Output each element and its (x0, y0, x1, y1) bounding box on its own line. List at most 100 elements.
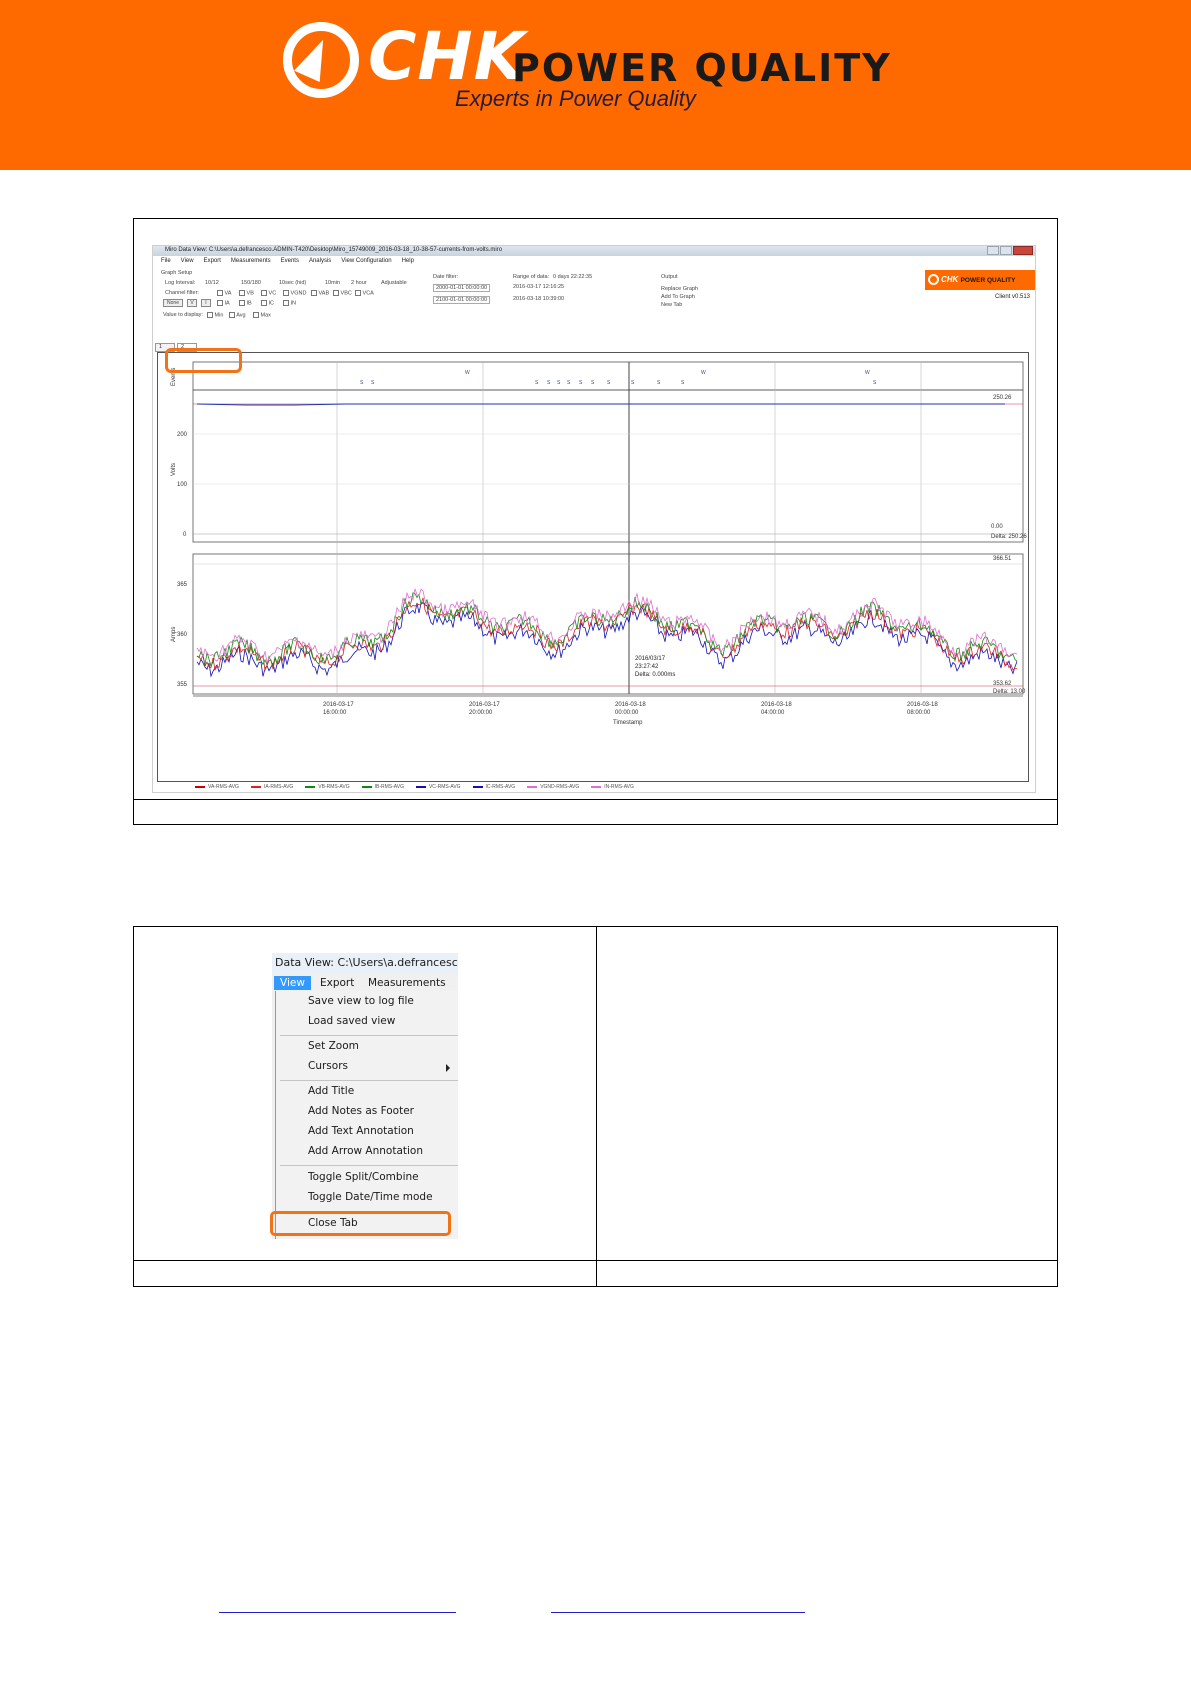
menu-separator (280, 1035, 458, 1036)
legend-label: IN-RMS-AVG (604, 784, 634, 790)
x-tick-time: 00:00:00 (615, 710, 639, 716)
menu-view-configuration[interactable]: View Configuration (341, 258, 391, 264)
checkbox[interactable] (217, 300, 223, 306)
legend-label: VC-RMS-AVG (428, 784, 461, 790)
event-marker: S (547, 380, 551, 386)
channel-label: VB (246, 290, 254, 297)
amps-max-readout: 366.51 (993, 556, 1012, 562)
legend-swatch (591, 786, 602, 788)
menu-item-add-arrow-annotation[interactable]: Add Arrow Annotation (308, 1145, 423, 1157)
checkbox[interactable] (229, 312, 235, 318)
channel-none-button[interactable]: None (163, 299, 183, 307)
plot-area: SS W SS SS SS SS SS W W S 250.26 0.00 De… (155, 352, 1035, 792)
legend-label: IA-RMS-AVG (263, 784, 294, 790)
checkbox[interactable] (239, 290, 245, 296)
menu-item-load-view[interactable]: Load saved view (308, 1015, 395, 1027)
checkbox[interactable] (283, 290, 289, 296)
menu-view[interactable]: View (181, 258, 194, 264)
channel-filter-label: Channel filter: (165, 290, 199, 296)
event-markers: SS W SS SS SS SS SS W W S (360, 370, 877, 386)
close-tab-highlight-box (270, 1211, 451, 1236)
legend-label: IB-RMS-AVG (374, 784, 404, 790)
menu-item-add-text-annotation[interactable]: Add Text Annotation (308, 1125, 414, 1137)
legend-swatch (415, 786, 426, 788)
checkbox[interactable] (239, 300, 245, 306)
menu-file[interactable]: File (161, 258, 171, 264)
log-interval-option[interactable]: 10min (325, 280, 340, 286)
legend-item: IB-RMS-AVG (361, 784, 404, 790)
checkbox[interactable] (283, 300, 289, 306)
output-option[interactable]: New Tab (661, 302, 682, 308)
amps-traces (196, 588, 1018, 678)
close-button[interactable] (1013, 246, 1033, 255)
event-marker: S (591, 380, 595, 386)
x-tick-date: 2016-03-18 (761, 702, 792, 708)
event-marker: S (657, 380, 661, 386)
x-tick-time: 04:00:00 (761, 710, 785, 716)
menu-analysis[interactable]: Analysis (309, 258, 331, 264)
amps-tick: 355 (177, 682, 188, 688)
maximize-button[interactable] (1000, 246, 1012, 255)
output-option[interactable]: Add To Graph (661, 294, 695, 300)
legend-item: VC-RMS-AVG (415, 784, 461, 790)
graph-setup-title: Graph Setup (161, 270, 193, 276)
minimize-button[interactable] (987, 246, 999, 255)
checkbox[interactable] (261, 300, 267, 306)
channel-v-button[interactable]: V (187, 299, 197, 307)
menu-item-save-view[interactable]: Save view to log file (308, 995, 414, 1007)
window-title: Data View: C:\Users\a.defrancesco.AD (272, 953, 458, 973)
checkbox[interactable] (207, 312, 213, 318)
menu-item-toggle-split[interactable]: Toggle Split/Combine (308, 1171, 419, 1183)
menu-help[interactable]: Help (402, 258, 414, 264)
checkbox[interactable] (333, 290, 339, 296)
log-interval-option[interactable]: 10sec (hid) (279, 280, 306, 286)
page-header: CHK POWER QUALITY Experts in Power Quali… (0, 0, 1191, 170)
amps-delta-readout: Delta: 13.00 (993, 689, 1026, 695)
channel-label: VBC (340, 290, 352, 297)
cursor-date: 2016/03/17 (635, 656, 666, 662)
menu-view[interactable]: View (274, 976, 311, 990)
menu-item-set-zoom[interactable]: Set Zoom (308, 1040, 359, 1052)
menu-item-add-notes-footer[interactable]: Add Notes as Footer (308, 1105, 414, 1117)
amps-tick: 360 (177, 632, 188, 638)
log-interval-option[interactable]: 150/180 (241, 280, 261, 286)
log-interval-option[interactable]: 10/12 (205, 280, 219, 286)
date-from-field[interactable]: 2000-01-01 00:00:00 (433, 284, 491, 292)
window-title: Miro Data View: C:\Users\a.defrancesco.A… (165, 247, 503, 253)
footer-link-underline[interactable] (551, 1612, 805, 1613)
amps-tick: 365 (177, 582, 188, 588)
log-interval-option[interactable]: Adjustable (381, 280, 407, 286)
event-marker: S (631, 380, 635, 386)
output-option[interactable]: Replace Graph (661, 286, 698, 292)
legend-swatch (195, 786, 205, 788)
footer-link-underline[interactable] (219, 1612, 456, 1613)
channel-label: VA (224, 290, 232, 297)
channel-i-button[interactable]: I (201, 299, 211, 307)
log-interval-option[interactable]: 2 hour (351, 280, 367, 286)
menu-measurements[interactable]: Measurements (231, 258, 271, 264)
legend-label: VB-RMS-AVG (318, 784, 350, 790)
checkbox[interactable] (253, 312, 259, 318)
menu-item-cursors[interactable]: Cursors (308, 1060, 348, 1072)
event-marker: S (567, 380, 571, 386)
date-to-field[interactable]: 2100-01-01 00:00:00 (433, 296, 491, 304)
legend-swatch (305, 786, 316, 788)
legend-swatch (361, 786, 372, 788)
amps-min-readout: 353.62 (993, 681, 1012, 687)
checkbox[interactable] (311, 290, 317, 296)
x-tick-time: 08:00:00 (907, 710, 931, 716)
checkbox[interactable] (355, 290, 361, 296)
menu-item-toggle-datetime[interactable]: Toggle Date/Time mode (308, 1191, 433, 1203)
range-end: 2016-03-18 10:39:00 (513, 296, 565, 302)
menu-item-add-title[interactable]: Add Title (308, 1085, 354, 1097)
legend-item: VB-RMS-AVG (305, 784, 350, 790)
checkbox[interactable] (261, 290, 267, 296)
menu-events[interactable]: Events (281, 258, 299, 264)
volts-min-readout: 0.00 (991, 524, 1003, 530)
volts-tick: 100 (177, 482, 188, 488)
checkbox[interactable] (217, 290, 223, 296)
menu-export[interactable]: Export (320, 976, 354, 990)
menu-measurements[interactable]: Measurements (368, 976, 446, 990)
menu-export[interactable]: Export (204, 258, 221, 264)
channel-label: VAB (318, 290, 330, 297)
